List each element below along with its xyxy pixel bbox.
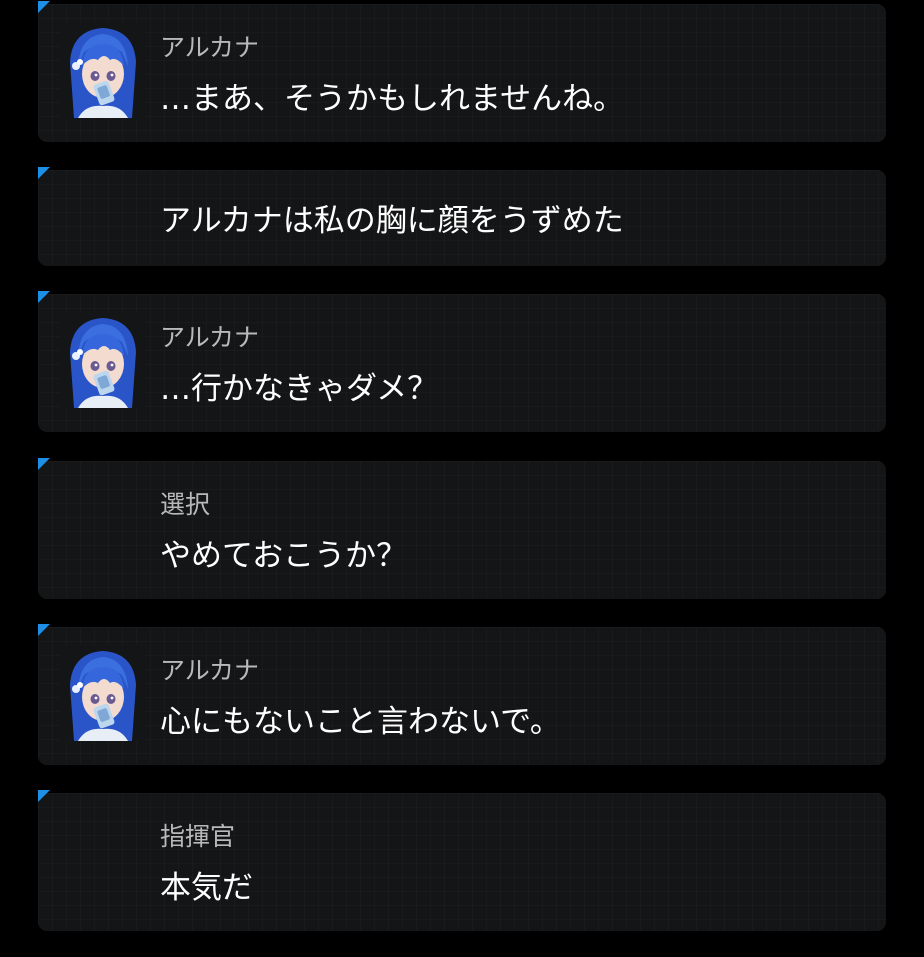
- corner-marker-icon: [38, 458, 50, 470]
- log-entry: 選択 やめておこうか？: [38, 458, 886, 599]
- log-entry: アルカナ …行かなきゃダメ？: [38, 291, 886, 432]
- corner-marker-icon: [38, 1, 50, 13]
- speaker-name: アルカナ: [160, 656, 260, 685]
- arcana-portrait-icon: [60, 645, 146, 741]
- message-text: 心にもないこと言わないで。: [160, 704, 561, 740]
- log-entry: 指揮官 本気だ: [38, 790, 886, 931]
- message-text: …行かなきゃダメ？: [160, 371, 439, 407]
- log-entry: アルカナは私の胸に顔をうずめた: [38, 167, 886, 266]
- speaker-name: アルカナ: [160, 33, 260, 62]
- message-text: アルカナは私の胸に顔をうずめた: [160, 203, 624, 239]
- arcana-portrait-icon: [60, 312, 146, 408]
- corner-marker-icon: [38, 624, 50, 636]
- message-text: やめておこうか？: [160, 538, 408, 574]
- log-entry: アルカナ …まあ、そうかもしれませんね。: [38, 1, 886, 142]
- speaker-name: アルカナ: [160, 323, 260, 352]
- chat-log: アルカナ …まあ、そうかもしれませんね。 アルカナは私の胸に顔をうずめた アルカ…: [0, 0, 924, 957]
- message-text: …まあ、そうかもしれませんね。: [160, 81, 625, 117]
- arcana-portrait-icon: [60, 22, 146, 118]
- message-text: 本気だ: [160, 870, 253, 906]
- speaker-name: 指揮官: [160, 822, 236, 851]
- log-entry: アルカナ 心にもないこと言わないで。: [38, 624, 886, 765]
- corner-marker-icon: [38, 291, 50, 303]
- speaker-name: 選択: [160, 490, 211, 519]
- corner-marker-icon: [38, 790, 50, 802]
- corner-marker-icon: [38, 167, 50, 179]
